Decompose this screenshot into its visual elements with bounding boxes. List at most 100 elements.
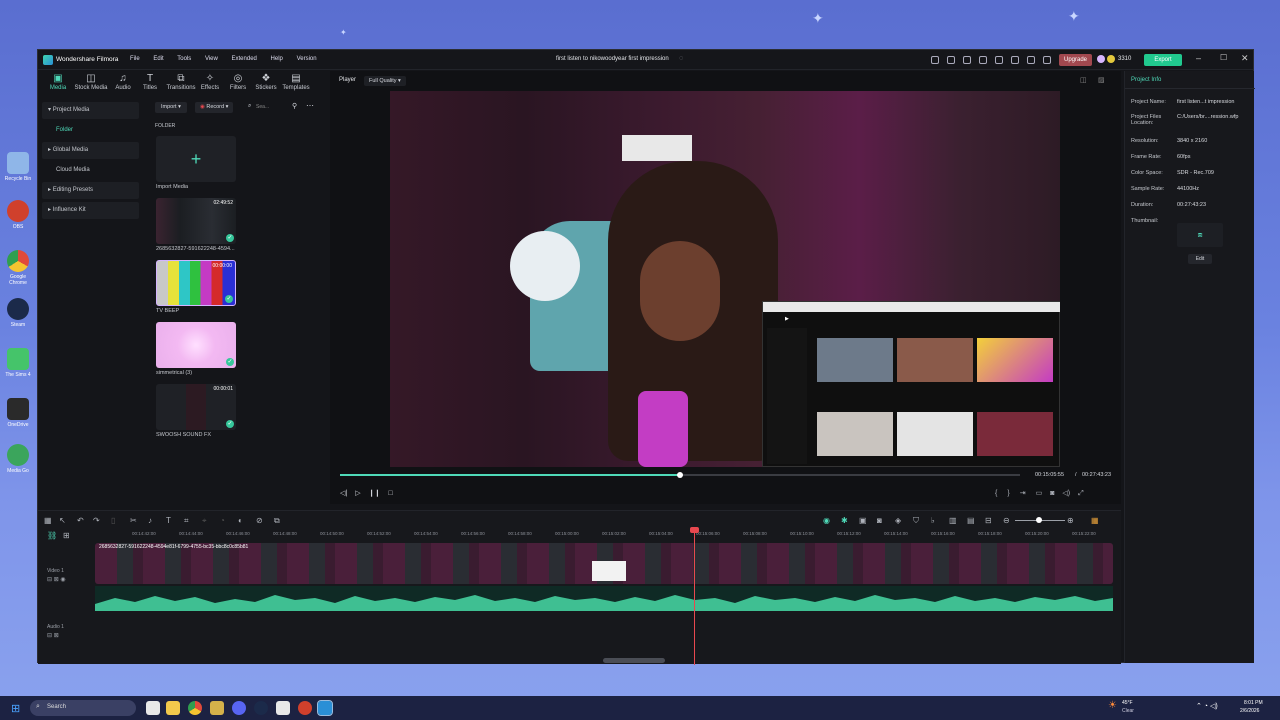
app-taskbar-icon[interactable]	[210, 701, 224, 715]
mask-icon[interactable]: ⊘	[256, 516, 263, 525]
nav-editing-presets[interactable]: ▸ Editing Presets	[42, 182, 139, 199]
playhead-handle[interactable]	[690, 527, 699, 533]
play-icon[interactable]: ▷	[355, 490, 360, 497]
crop-icon[interactable]: ⌗	[184, 516, 189, 526]
redo-icon[interactable]: ↷	[93, 516, 100, 525]
volume-icon[interactable]: ◁)	[1062, 490, 1070, 497]
caption-icon[interactable]: ▤	[967, 516, 975, 525]
avatar[interactable]	[1097, 55, 1105, 63]
steam-taskbar-icon[interactable]	[254, 701, 268, 715]
mix-icon[interactable]: ▥	[949, 516, 957, 525]
tab-templates[interactable]: ▤ Templates	[280, 73, 312, 91]
undo-icon[interactable]: ↶	[77, 516, 84, 525]
render-icon[interactable]: ▣	[859, 516, 867, 525]
menu-version[interactable]: Version	[297, 56, 317, 62]
discord-icon[interactable]	[232, 701, 246, 715]
desktop-icon-recycle-bin[interactable]: Recycle Bin	[2, 152, 34, 182]
upgrade-button[interactable]: Upgrade	[1059, 54, 1093, 66]
desktop-icon-chrome[interactable]: Google Chrome	[2, 250, 34, 286]
tab-filters[interactable]: ◎ Filters	[223, 73, 253, 91]
windows-start-icon[interactable]: ⊞	[11, 702, 20, 715]
tab-effects[interactable]: ✧ Effects	[195, 73, 225, 91]
zoom-out-icon[interactable]: ⊖	[1003, 516, 1010, 525]
filmora-taskbar-icon[interactable]	[317, 700, 333, 716]
layout-icon[interactable]	[963, 56, 971, 64]
stop-icon[interactable]: □	[388, 490, 392, 497]
quality-dropdown[interactable]: Full Quality ▾	[364, 76, 406, 86]
search-input[interactable]: Sea...	[256, 104, 269, 110]
add-track-icon[interactable]: ⊞	[63, 531, 70, 540]
fit-icon[interactable]: ⊟	[985, 516, 992, 525]
menu-edit[interactable]: Edit	[153, 56, 163, 62]
desktop-icon-onedrive[interactable]: OneDrive	[2, 398, 34, 428]
task-view-icon[interactable]	[146, 701, 160, 715]
delete-icon[interactable]: ▯	[111, 516, 115, 525]
snapshot-icon[interactable]: ▨	[1098, 76, 1105, 84]
record-dropdown[interactable]: ◉ Record ▾	[195, 102, 234, 113]
camera-icon[interactable]: ◙	[1050, 490, 1054, 497]
import-dropdown[interactable]: Import ▾	[155, 102, 187, 113]
menu-file[interactable]: File	[130, 56, 140, 62]
share-icon[interactable]	[995, 56, 1003, 64]
file-explorer-icon[interactable]	[166, 701, 180, 715]
taskbar-search[interactable]: ⌕ Search	[30, 700, 136, 716]
mark-in-icon[interactable]: {	[995, 490, 997, 497]
notepad-icon[interactable]	[276, 701, 290, 715]
more-tools-icon[interactable]: ⧉	[274, 516, 280, 526]
tab-stickers[interactable]: ❖ Stickers	[251, 73, 281, 91]
minimize-icon[interactable]: –	[1196, 53, 1201, 63]
auto-highlight-icon[interactable]: ◉	[823, 516, 830, 525]
audio-waveform[interactable]	[95, 586, 1113, 611]
menu-tools[interactable]: Tools	[177, 56, 191, 62]
nav-project-media[interactable]: ▾ Project Media	[42, 102, 139, 119]
speed-icon[interactable]: ◔	[220, 516, 225, 525]
grid-icon[interactable]	[1043, 56, 1051, 64]
tab-audio[interactable]: ♫ Audio	[108, 73, 138, 91]
desktop-icon-media-go[interactable]: Media Go	[2, 444, 34, 474]
layout-grid-icon[interactable]: ▦	[44, 516, 52, 525]
marker-icon[interactable]: ◈	[895, 516, 901, 525]
shield-icon[interactable]: ⛉	[913, 516, 919, 526]
system-tray-icon[interactable]: ⌃ ◔ ◁)	[1196, 702, 1218, 710]
step-back-icon[interactable]: ◁|	[340, 490, 347, 497]
tab-titles[interactable]: T Titles	[135, 73, 165, 91]
playhead[interactable]	[694, 529, 695, 665]
close-icon[interactable]: ✕	[1241, 53, 1249, 64]
snapshot-tl-icon[interactable]: ◙	[877, 516, 882, 525]
grid-view-icon[interactable]: ▦	[1091, 516, 1099, 525]
audio-track-controls-icon[interactable]: ⊟ ⊠	[47, 632, 59, 639]
zoom-in-icon[interactable]: ⊕	[1067, 516, 1074, 525]
more-icon[interactable]: ⋯	[306, 101, 314, 110]
media-card-tv-beep[interactable]: 00:00:00 ✓ TV BEEP	[156, 260, 236, 314]
tab-transitions[interactable]: ⧉ Transitions	[164, 73, 198, 91]
desktop-icon-obs[interactable]: OBS	[2, 200, 34, 230]
gift-icon[interactable]	[931, 56, 939, 64]
text-tool-icon[interactable]: T	[166, 516, 171, 525]
cloud-icon[interactable]	[1011, 56, 1019, 64]
tab-media[interactable]: ▣ Media	[43, 73, 73, 91]
compare-icon[interactable]: ◫	[1080, 76, 1087, 84]
display-icon[interactable]: ▭	[1036, 490, 1043, 497]
select-tool-icon[interactable]: ↖	[59, 516, 66, 525]
fullscreen-icon[interactable]: ⤢	[1078, 490, 1084, 497]
nav-global-media[interactable]: ▸ Global Media	[42, 142, 139, 159]
pause-icon[interactable]: ❙❙	[369, 490, 381, 497]
video-track-controls-icon[interactable]: ⊟ ⊠ ◉	[47, 576, 66, 583]
nav-folder[interactable]: Folder	[42, 122, 139, 139]
tab-stock-media[interactable]: ◫ Stock Media	[74, 73, 108, 91]
menu-view[interactable]: View	[205, 56, 218, 62]
edit-thumbnail-button[interactable]: Edit	[1188, 254, 1212, 264]
media-card-simmetrical[interactable]: ✓ simmetrical (3)	[156, 322, 236, 376]
insert-icon[interactable]: ⇥	[1020, 490, 1026, 497]
desktop-icon-steam[interactable]: Steam	[2, 298, 34, 328]
horizontal-scrollbar[interactable]	[603, 658, 665, 663]
link-icon[interactable]: ⛓	[47, 531, 57, 540]
audio-detach-icon[interactable]: ♪	[148, 516, 152, 525]
filter-icon[interactable]: ⚲	[292, 102, 297, 110]
export-button[interactable]: Export	[1144, 54, 1182, 66]
bell-icon[interactable]	[947, 56, 955, 64]
headset-icon[interactable]	[1027, 56, 1035, 64]
mark-out-icon[interactable]: }	[1007, 490, 1009, 497]
tab-project-info[interactable]: Project Info	[1131, 77, 1161, 83]
media-card-stream[interactable]: 02:49:52 ✓ 2685632827-591622248-4594...	[156, 198, 236, 252]
